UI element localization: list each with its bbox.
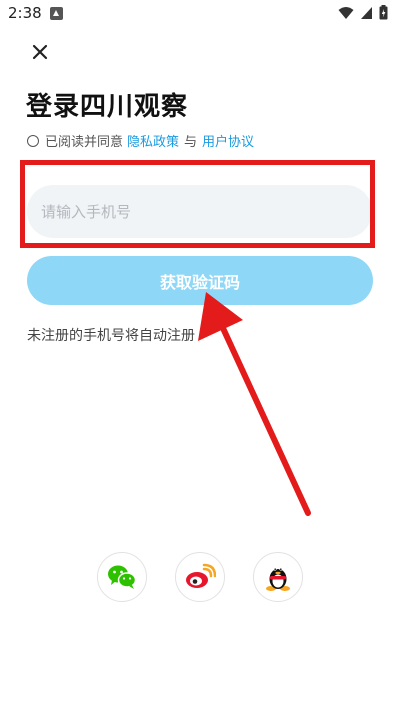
wechat-login-button[interactable] bbox=[97, 552, 147, 602]
qq-icon bbox=[266, 567, 290, 591]
status-icons bbox=[338, 5, 388, 20]
get-code-button[interactable]: 获取验证码 bbox=[27, 256, 373, 305]
phone-input[interactable] bbox=[27, 185, 372, 238]
page-title: 登录四川观察 bbox=[26, 92, 189, 122]
privacy-policy-link[interactable]: 隐私政策 bbox=[127, 131, 179, 150]
close-button[interactable] bbox=[26, 38, 54, 66]
agree-radio[interactable] bbox=[27, 134, 39, 147]
wechat-icon bbox=[108, 565, 137, 589]
qq-login-button[interactable] bbox=[253, 552, 303, 602]
weibo-login-button[interactable] bbox=[175, 552, 225, 602]
agree-prefix-text: 已阅读并同意 bbox=[45, 135, 124, 150]
and-text: 与 bbox=[184, 135, 198, 150]
user-agreement-link[interactable]: 用户协议 bbox=[202, 131, 254, 150]
status-time: 2:38 bbox=[8, 4, 42, 22]
wifi-icon bbox=[338, 6, 354, 19]
battery-icon bbox=[379, 5, 388, 20]
agreement-row: 已阅读并同意 隐私政策 与 用户协议 bbox=[27, 131, 254, 150]
weibo-icon bbox=[186, 563, 216, 588]
close-icon bbox=[32, 44, 48, 60]
auto-register-hint: 未注册的手机号将自动注册 bbox=[27, 328, 195, 344]
app-notification-icon bbox=[50, 7, 63, 20]
status-bar: 2:38 bbox=[0, 0, 400, 28]
phone-input-container bbox=[27, 185, 372, 238]
cell-signal-icon bbox=[361, 6, 372, 19]
